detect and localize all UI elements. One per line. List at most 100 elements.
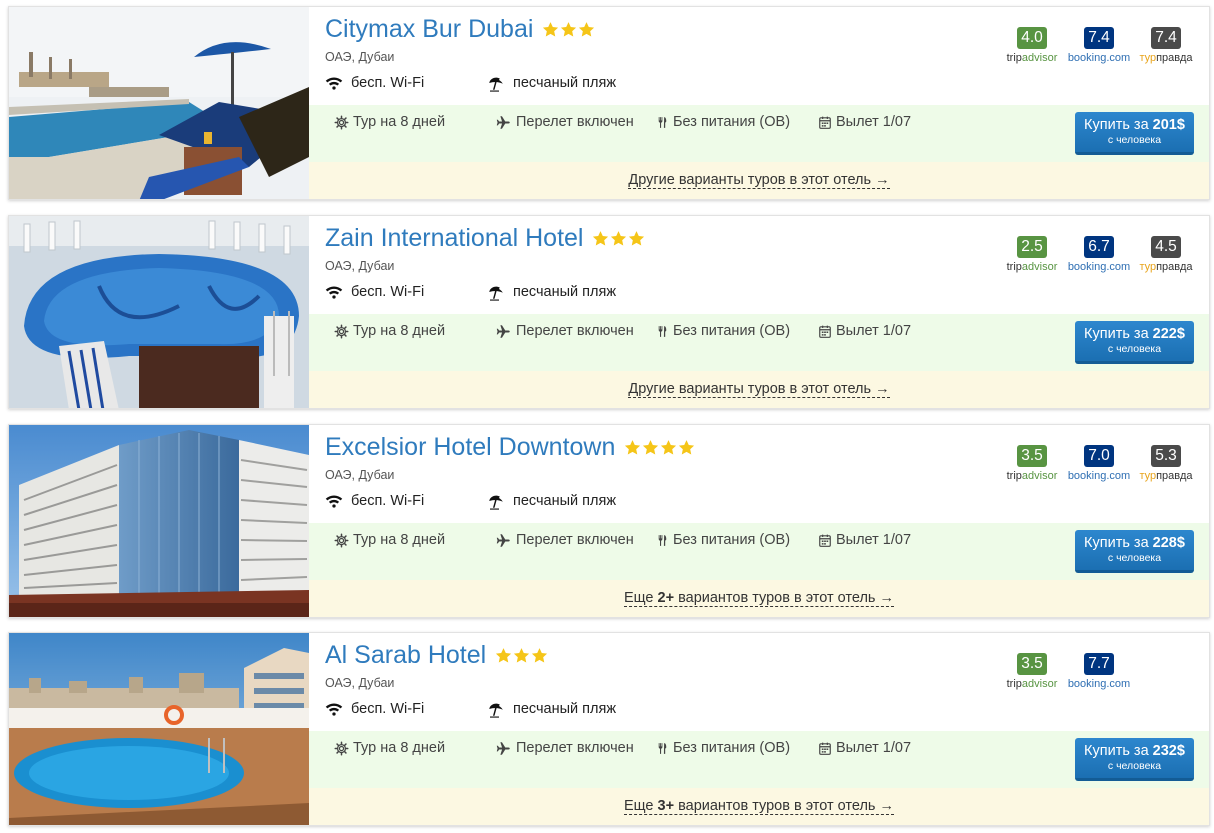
amenity-wifi-label: бесп. Wi-Fi [351,75,425,91]
amenities: бесп. Wi-Fi песчаный пляж [325,700,616,718]
tour-offer: Тур на 8 дней Перелет включен Без питани… [309,523,1209,580]
hotel-name[interactable]: Citymax Bur Dubai [325,15,533,44]
ratings: 3.5 tripadvisor 7.7 booking.com [996,653,1130,690]
hotel-card: Excelsior Hotel Downtown ОАЭ, Дубаи бесп… [8,424,1210,618]
hotel-name[interactable]: Al Sarab Hotel [325,641,486,670]
tour-price: 228$ [1152,535,1185,551]
gear-icon [334,324,349,339]
hotel-stars [592,230,645,247]
tripadvisor-score: 4.0 [1017,27,1047,49]
amenities: бесп. Wi-Fi песчаный пляж [325,74,616,92]
tour-flight: Перелет включен [516,740,634,756]
rating-booking[interactable]: 7.7 booking.com [1068,653,1130,690]
amenities: бесп. Wi-Fi песчаный пляж [325,492,616,510]
amenities: бесп. Wi-Fi песчаный пляж [325,283,616,301]
tour-offer: Тур на 8 дней Перелет включен Без питани… [309,731,1209,788]
beach-umbrella-icon [487,492,505,510]
rating-turpravda[interactable]: 7.4 турправда [1135,27,1197,64]
plane-icon [495,115,512,130]
tour-meals: Без питания (ОВ) [673,740,791,756]
hotel-stars [624,439,695,456]
rating-tripadvisor[interactable]: 2.5 tripadvisor [1001,236,1063,273]
tour-duration: Тур на 8 дней [353,114,446,130]
buy-button[interactable]: Купить за 228$ с человека [1075,530,1194,573]
buy-button[interactable]: Купить за 232$ с человека [1075,738,1194,781]
hotel-card: Zain International Hotel ОАЭ, Дубаи бесп… [8,215,1210,409]
hotel-list: Citymax Bur Dubai ОАЭ, Дубаи бесп. Wi-Fi… [0,0,1214,833]
rating-turpravda[interactable]: 4.5 турправда [1135,236,1197,273]
ratings: 4.0 tripadvisor 7.4 booking.com 7.4 турп… [996,27,1197,64]
star-icon [531,647,548,664]
hotel-name[interactable]: Zain International Hotel [325,224,583,253]
more-tours-bar: Другие варианты туров в этот отель → [309,371,1209,408]
more-tours-link[interactable]: Другие варианты туров в этот отель → [628,172,890,189]
amenity-wifi-label: бесп. Wi-Fi [351,493,425,509]
hotel-name[interactable]: Excelsior Hotel Downtown [325,433,615,462]
tour-departure: Вылет 1/07 [836,532,912,548]
gear-icon [334,533,349,548]
tripadvisor-score: 3.5 [1017,653,1047,675]
hotel-card: Al Sarab Hotel ОАЭ, Дубаи бесп. Wi-Fi пе… [8,632,1210,826]
turpravda-score: 4.5 [1151,236,1181,258]
rating-booking[interactable]: 7.4 booking.com [1068,27,1130,64]
booking-score: 6.7 [1084,236,1114,258]
amenity-wifi-label: бесп. Wi-Fi [351,284,425,300]
hotel-location: ОАЭ, Дубаи [325,259,395,273]
more-tours-link[interactable]: Еще 3+ вариантов туров в этот отель → [623,798,895,815]
hotel-photo[interactable] [9,7,309,199]
rating-booking[interactable]: 6.7 booking.com [1068,236,1130,273]
tour-departure: Вылет 1/07 [836,740,912,756]
star-icon [678,439,695,456]
gear-icon [334,115,349,130]
wifi-icon [325,492,343,510]
wifi-icon [325,74,343,92]
more-tours-bar: Еще 3+ вариантов туров в этот отель → [309,788,1209,825]
beach-umbrella-icon [487,700,505,718]
hotel-stars [495,647,548,664]
tour-duration: Тур на 8 дней [353,532,446,548]
gear-icon [334,741,349,756]
buy-button[interactable]: Купить за 222$ с человека [1075,321,1194,364]
booking-score: 7.4 [1084,27,1114,49]
utensils-icon [656,741,669,756]
booking-score: 7.7 [1084,653,1114,675]
rating-turpravda[interactable]: 5.3 турправда [1135,445,1197,482]
more-tours-link[interactable]: Еще 2+ вариантов туров в этот отель → [623,590,895,607]
tour-meals: Без питания (ОВ) [673,114,791,130]
tour-offer: Тур на 8 дней Перелет включен Без питани… [309,105,1209,162]
tour-meals: Без питания (ОВ) [673,323,791,339]
tour-departure: Вылет 1/07 [836,323,912,339]
hotel-location: ОАЭ, Дубаи [325,50,395,64]
more-tours-link[interactable]: Другие варианты туров в этот отель → [628,381,890,398]
ratings: 2.5 tripadvisor 6.7 booking.com 4.5 турп… [996,236,1197,273]
star-icon [624,439,641,456]
hotel-photo[interactable] [9,633,309,825]
turpravda-score: 7.4 [1151,27,1181,49]
buy-button[interactable]: Купить за 201$ с человека [1075,112,1194,155]
tour-departure: Вылет 1/07 [836,114,912,130]
rating-booking[interactable]: 7.0 booking.com [1068,445,1130,482]
rating-tripadvisor[interactable]: 3.5 tripadvisor [1001,653,1063,690]
tour-meals: Без питания (ОВ) [673,532,791,548]
calendar-icon [818,533,832,548]
tripadvisor-score: 3.5 [1017,445,1047,467]
star-icon [542,21,559,38]
hotel-photo[interactable] [9,425,309,617]
hotel-photo[interactable] [9,216,309,408]
amenity-beach-label: песчаный пляж [513,493,617,509]
rating-tripadvisor[interactable]: 3.5 tripadvisor [1001,445,1063,482]
tour-flight: Перелет включен [516,532,634,548]
tour-duration: Тур на 8 дней [353,740,446,756]
star-icon [642,439,659,456]
calendar-icon [818,741,832,756]
plane-icon [495,741,512,756]
tour-duration: Тур на 8 дней [353,323,446,339]
plane-icon [495,324,512,339]
beach-umbrella-icon [487,283,505,301]
tour-offer: Тур на 8 дней Перелет включен Без питани… [309,314,1209,371]
amenity-beach-label: песчаный пляж [513,701,617,717]
calendar-icon [818,324,832,339]
calendar-icon [818,115,832,130]
amenity-wifi-label: бесп. Wi-Fi [351,701,425,717]
rating-tripadvisor[interactable]: 4.0 tripadvisor [1001,27,1063,64]
